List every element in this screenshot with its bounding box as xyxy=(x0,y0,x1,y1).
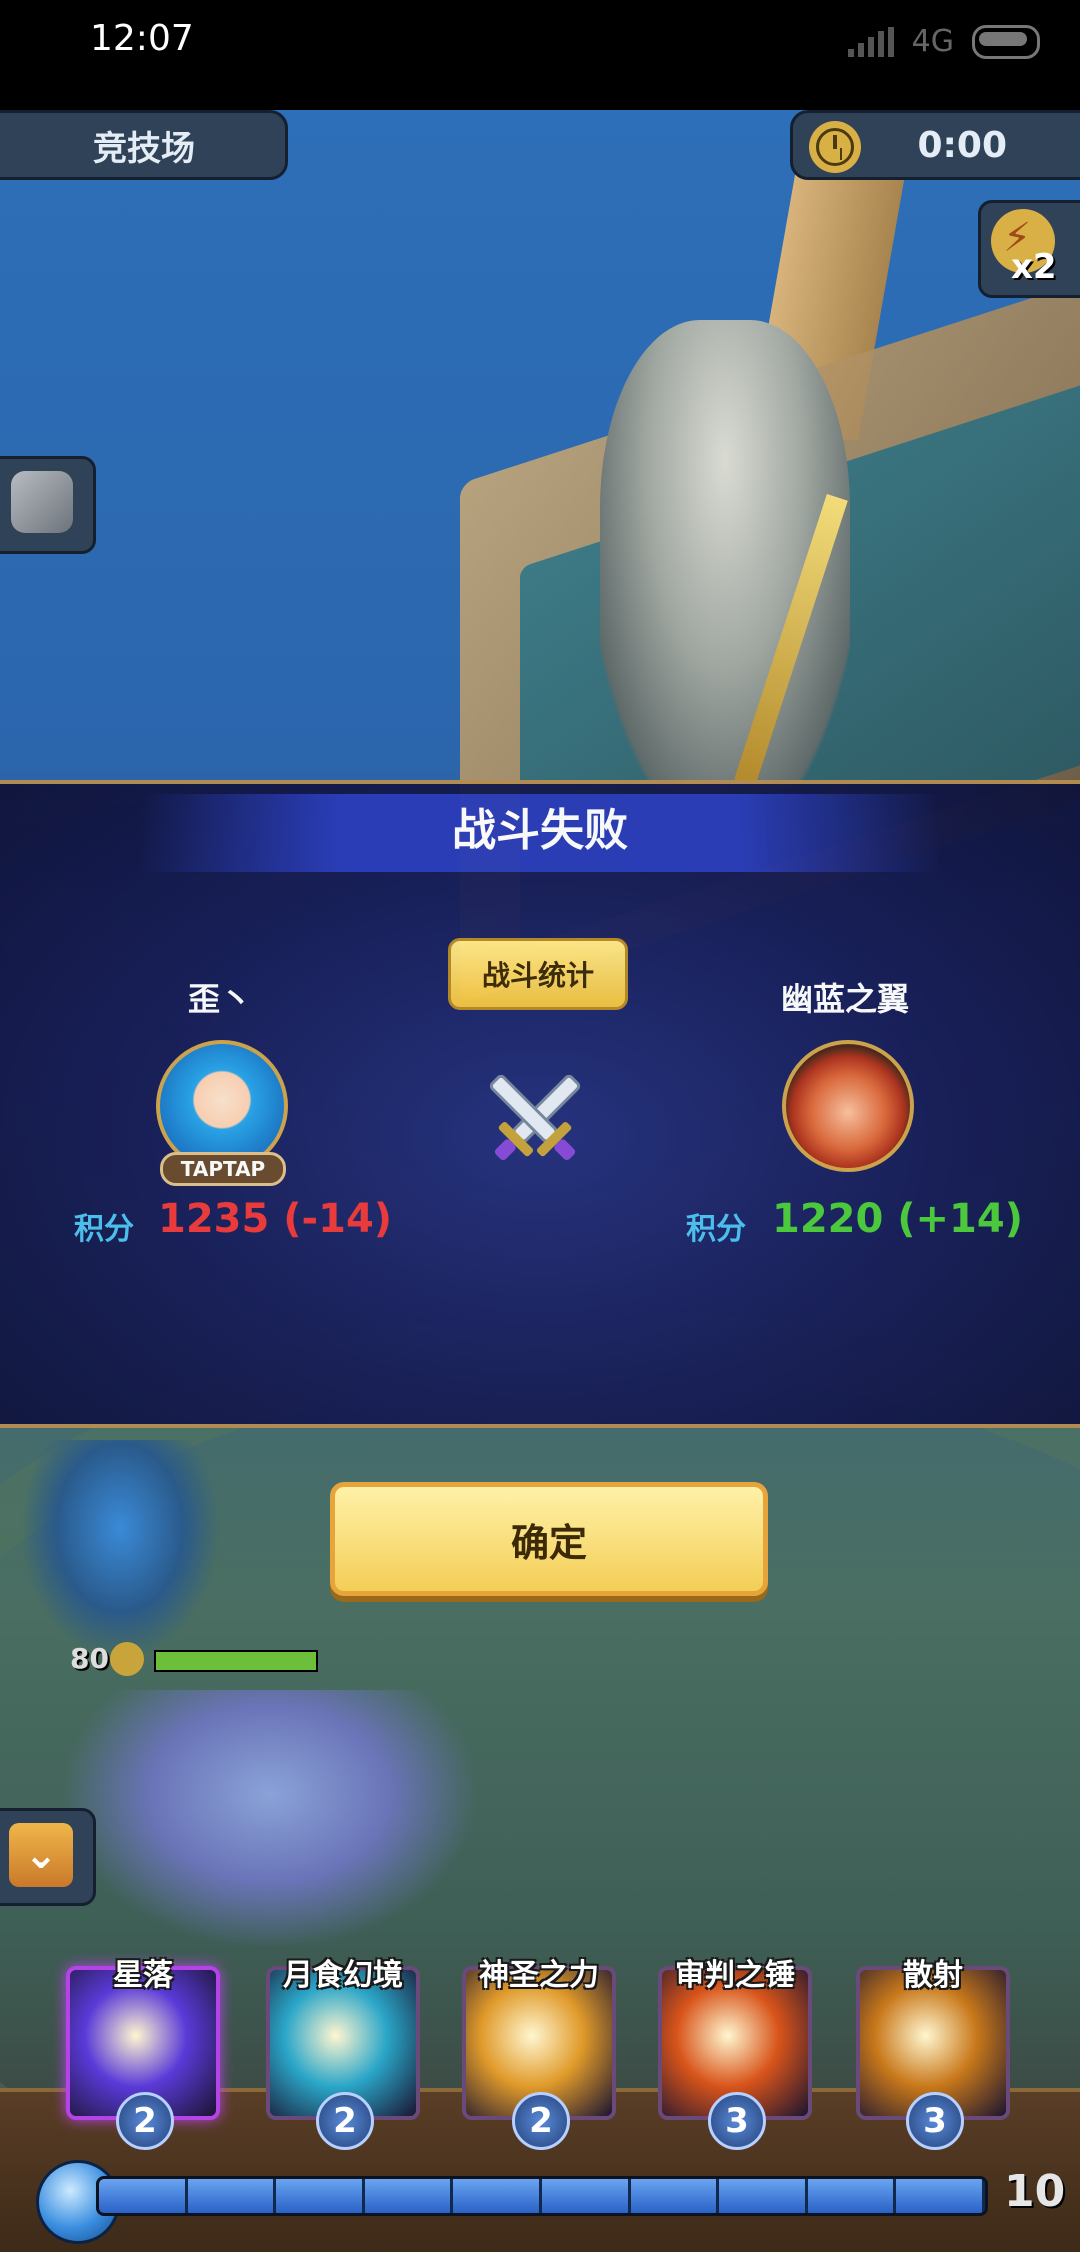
mana-segment xyxy=(99,2179,188,2213)
unit-rank-icon xyxy=(110,1642,144,1676)
mana-segment xyxy=(453,2179,542,2213)
winged-hero-figure xyxy=(60,1690,480,1950)
status-bar: 12:07 4G xyxy=(0,0,1080,110)
battle-timer: 0:00 xyxy=(790,110,1080,180)
mana-segment xyxy=(807,2179,897,2213)
skill-card-xingluo[interactable]: 星落 2 xyxy=(66,1958,220,2150)
player-right-score: 1220 (+14) xyxy=(772,1196,1023,1242)
mana-max: 10 xyxy=(1004,2166,1066,2217)
skill-card-sanshe[interactable]: 散射 3 xyxy=(856,1958,1010,2150)
mana-segment xyxy=(541,2179,631,2213)
mana-segment xyxy=(364,2179,454,2213)
player-left-name: 歪丶 xyxy=(187,980,252,1018)
skill-name: 月食幻境 xyxy=(283,1958,403,1993)
player-right-score-label: 积分 xyxy=(686,1212,746,1247)
confirm-button[interactable]: 确定 xyxy=(330,1482,768,1596)
skill-card-yueshi[interactable]: 月食幻境 2 xyxy=(266,1958,420,2150)
clock-icon xyxy=(809,121,861,173)
mana-bar xyxy=(96,2176,988,2216)
signal-icon xyxy=(847,26,894,57)
status-time: 12:07 xyxy=(90,18,194,59)
skill-cost: 2 xyxy=(512,2092,570,2150)
skill-name: 神圣之力 xyxy=(479,1958,599,1993)
chevron-down-icon: ⌄ xyxy=(9,1823,73,1887)
player-right-avatar[interactable] xyxy=(782,1040,914,1172)
skill-cost: 2 xyxy=(116,2092,174,2150)
status-icons: 4G xyxy=(847,24,1040,59)
skill-name: 审判之锤 xyxy=(675,1958,795,1993)
skill-card-shenpan[interactable]: 审判之锤 3 xyxy=(658,1958,812,2150)
speed-multiplier: x2 xyxy=(1011,247,1057,287)
mana-segment xyxy=(187,2179,277,2213)
skill-name: 散射 xyxy=(903,1958,963,1993)
mana-segment xyxy=(719,2179,808,2213)
player-right-name: 幽蓝之翼 xyxy=(780,980,909,1018)
unit-hp-fill xyxy=(156,1652,316,1670)
mana-segment xyxy=(896,2179,985,2213)
result-title: 战斗失败 xyxy=(452,805,628,856)
battle-result-panel: 战斗失败 战斗统计 歪丶 TAPTAP 幽蓝之翼 积分 1235 (-14) 积… xyxy=(0,780,1080,1428)
battery-icon xyxy=(972,24,1040,59)
skill-cost: 2 xyxy=(316,2092,374,2150)
emote-button[interactable] xyxy=(0,456,96,554)
mode-title: 竞技场 xyxy=(0,110,288,180)
player-left-score: 1235 (-14) xyxy=(158,1196,393,1242)
glove-icon xyxy=(11,471,73,533)
mana-segment xyxy=(630,2179,720,2213)
speed-toggle-button[interactable]: x2 xyxy=(978,200,1080,298)
enemy-unit-figure xyxy=(20,1440,220,1660)
skill-cost: 3 xyxy=(708,2092,766,2150)
unit-hp-bar xyxy=(154,1650,318,1672)
taptap-badge: TAPTAP xyxy=(160,1152,286,1186)
battle-stats-button[interactable]: 战斗统计 xyxy=(448,938,628,1010)
timer-text: 0:00 xyxy=(917,125,1007,166)
network-type: 4G xyxy=(911,24,954,59)
crossed-swords-icon xyxy=(489,1074,581,1161)
expand-panel-button[interactable]: ⌄ xyxy=(0,1808,96,1906)
unit-level: 80 xyxy=(70,1642,109,1675)
player-left-score-label: 积分 xyxy=(74,1212,134,1247)
skill-cost: 3 xyxy=(906,2092,964,2150)
mana-segment xyxy=(276,2179,365,2213)
skill-name: 星落 xyxy=(113,1958,173,1993)
skill-card-shensheng[interactable]: 神圣之力 2 xyxy=(462,1958,616,2150)
